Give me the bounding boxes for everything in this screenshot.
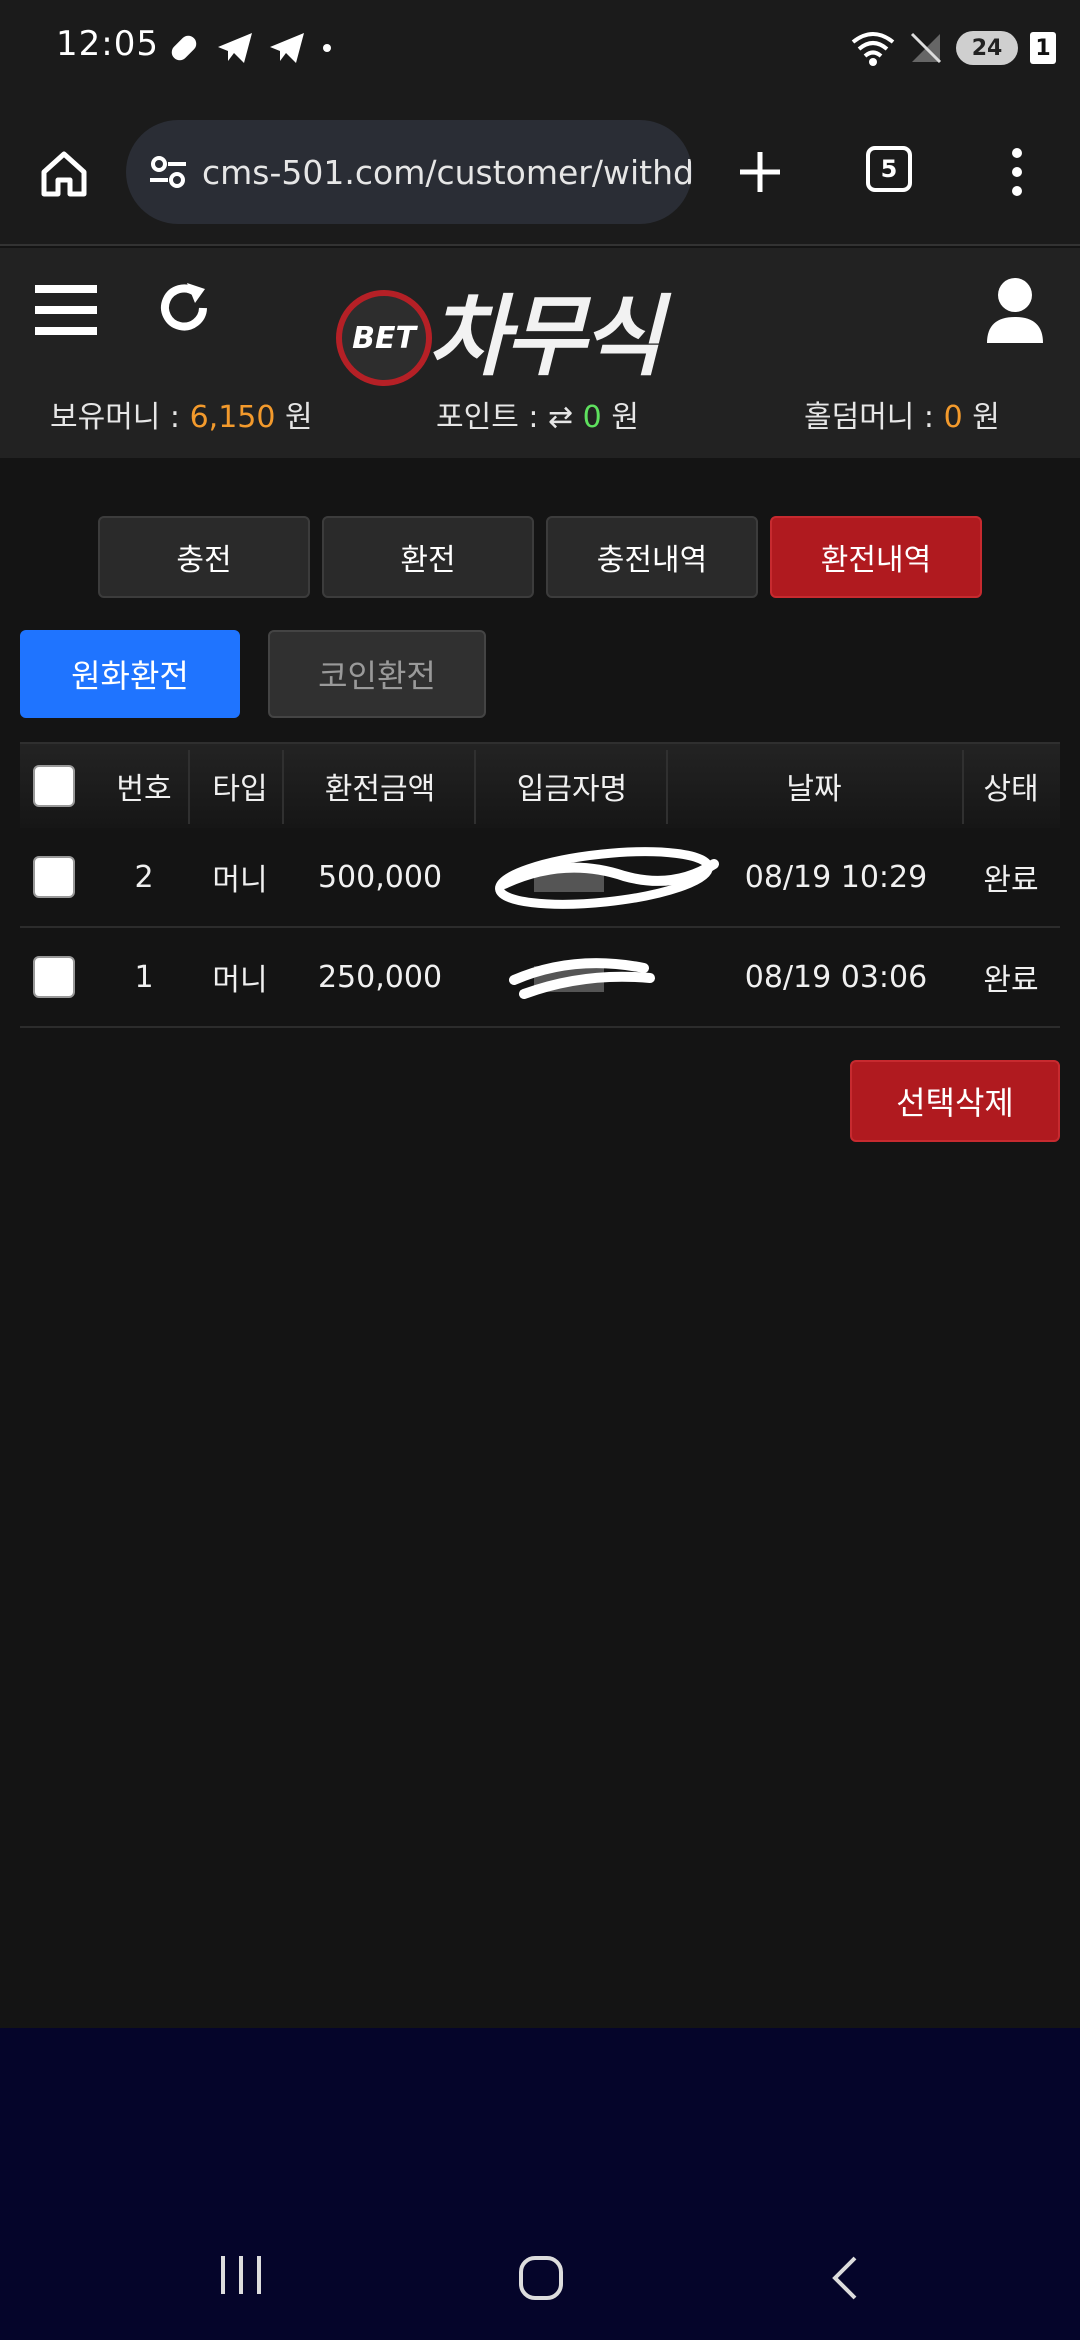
telegram-icon [218, 33, 252, 63]
subtab-krw-withdraw[interactable]: 원화환전 [20, 630, 240, 718]
balance-point: 포인트 : ⇄ 0 원 [436, 400, 639, 435]
home-nav-icon[interactable] [514, 2253, 568, 2303]
site-header: BET 차무식 보유머니 : 6,150 원 포인트 : ⇄ 0 원 홀덤머니 … [0, 248, 1080, 458]
row-amount: 250,000 [317, 959, 443, 995]
sim-indicator: 1 [1030, 32, 1056, 64]
header-depositor: 입금자명 [516, 772, 628, 807]
status-time: 12:05 [56, 24, 159, 64]
select-all-checkbox[interactable] [33, 765, 75, 807]
row-no: 1 [134, 959, 154, 995]
user-profile-icon[interactable] [984, 270, 1046, 350]
site-logo[interactable]: BET 차무식 [336, 260, 736, 388]
logo-badge: BET [336, 290, 432, 386]
address-bar[interactable]: cms-501.com/customer/withdr [126, 120, 692, 224]
header-type: 타입 [212, 772, 268, 807]
logo-text: 차무식 [428, 285, 663, 388]
site-settings-icon[interactable] [148, 152, 188, 192]
recents-icon[interactable] [214, 2253, 268, 2297]
row-checkbox[interactable] [33, 856, 75, 898]
balance-holdem: 홀덤머니 : 0 원 [804, 400, 1000, 435]
back-icon[interactable] [824, 2253, 864, 2303]
table-row[interactable]: 1 머니 250,000 08/19 03:06 완료 [20, 928, 1060, 1028]
more-menu-icon[interactable] [1000, 144, 1034, 200]
tab-withdraw[interactable]: 환전 [322, 516, 534, 598]
row-date: 08/19 10:29 [744, 859, 928, 895]
row-date: 08/19 03:06 [744, 959, 928, 995]
header-date: 날짜 [786, 772, 842, 807]
new-tab-icon[interactable] [732, 144, 788, 200]
refresh-icon[interactable] [154, 278, 214, 338]
balance-money: 보유머니 : 6,150 원 [50, 400, 313, 435]
header-status: 상태 [983, 772, 1039, 807]
tab-deposit-history[interactable]: 충전내역 [546, 516, 758, 598]
battery-indicator: 24 [956, 31, 1018, 65]
url-text[interactable]: cms-501.com/customer/withdr [202, 153, 692, 192]
home-icon[interactable] [34, 144, 94, 204]
system-icons: 24 1 [850, 28, 1056, 68]
no-signal-icon [910, 32, 942, 64]
status-bar: 12:05 24 1 [0, 0, 1080, 100]
table-row[interactable]: 2 머니 500,000 08/19 10:29 완료 [20, 828, 1060, 928]
withdraw-history-table: 번호 타입 환전금액 입금자명 날짜 상태 2 머니 500,000 08/19… [20, 742, 1060, 1028]
row-type: 머니 [212, 863, 268, 898]
tab-switcher-button[interactable]: 5 [866, 146, 912, 192]
row-depositor-redacted [474, 828, 744, 926]
wifi-icon [851, 32, 895, 66]
tab-count: 5 [866, 146, 912, 192]
hamburger-menu-icon[interactable] [34, 280, 98, 340]
dot-icon [323, 44, 331, 52]
row-depositor-redacted [474, 928, 694, 1026]
header-amount: 환전금액 [324, 772, 436, 807]
telegram-icon [270, 33, 304, 63]
row-status: 완료 [983, 863, 1039, 898]
row-amount: 500,000 [317, 859, 443, 895]
exchange-arrows-icon: ⇄ [547, 400, 574, 435]
subtab-coin-withdraw[interactable]: 코인환전 [268, 630, 486, 718]
row-status: 완료 [983, 963, 1039, 998]
tab-deposit[interactable]: 충전 [98, 516, 310, 598]
tab-withdraw-history[interactable]: 환전내역 [770, 516, 982, 598]
row-checkbox[interactable] [33, 956, 75, 998]
system-nav-bar [0, 2028, 1080, 2340]
balance-row: 보유머니 : 6,150 원 포인트 : ⇄ 0 원 홀덤머니 : 0 원 [0, 392, 1080, 442]
delete-selected-button[interactable]: 선택삭제 [850, 1060, 1060, 1142]
redaction-scribble [509, 958, 655, 999]
notification-icons [166, 30, 334, 66]
browser-toolbar: cms-501.com/customer/withdr 5 [0, 100, 1080, 246]
pill-icon [171, 35, 197, 61]
row-no: 2 [134, 859, 154, 895]
row-type: 머니 [212, 963, 268, 998]
header-no: 번호 [116, 772, 172, 807]
table-header: 번호 타입 환전금액 입금자명 날짜 상태 [20, 742, 1060, 828]
main-content: 충전 환전 충전내역 환전내역 원화환전 코인환전 번호 타입 환전금액 입금자… [0, 458, 1080, 2028]
redaction-scribble [495, 847, 719, 909]
